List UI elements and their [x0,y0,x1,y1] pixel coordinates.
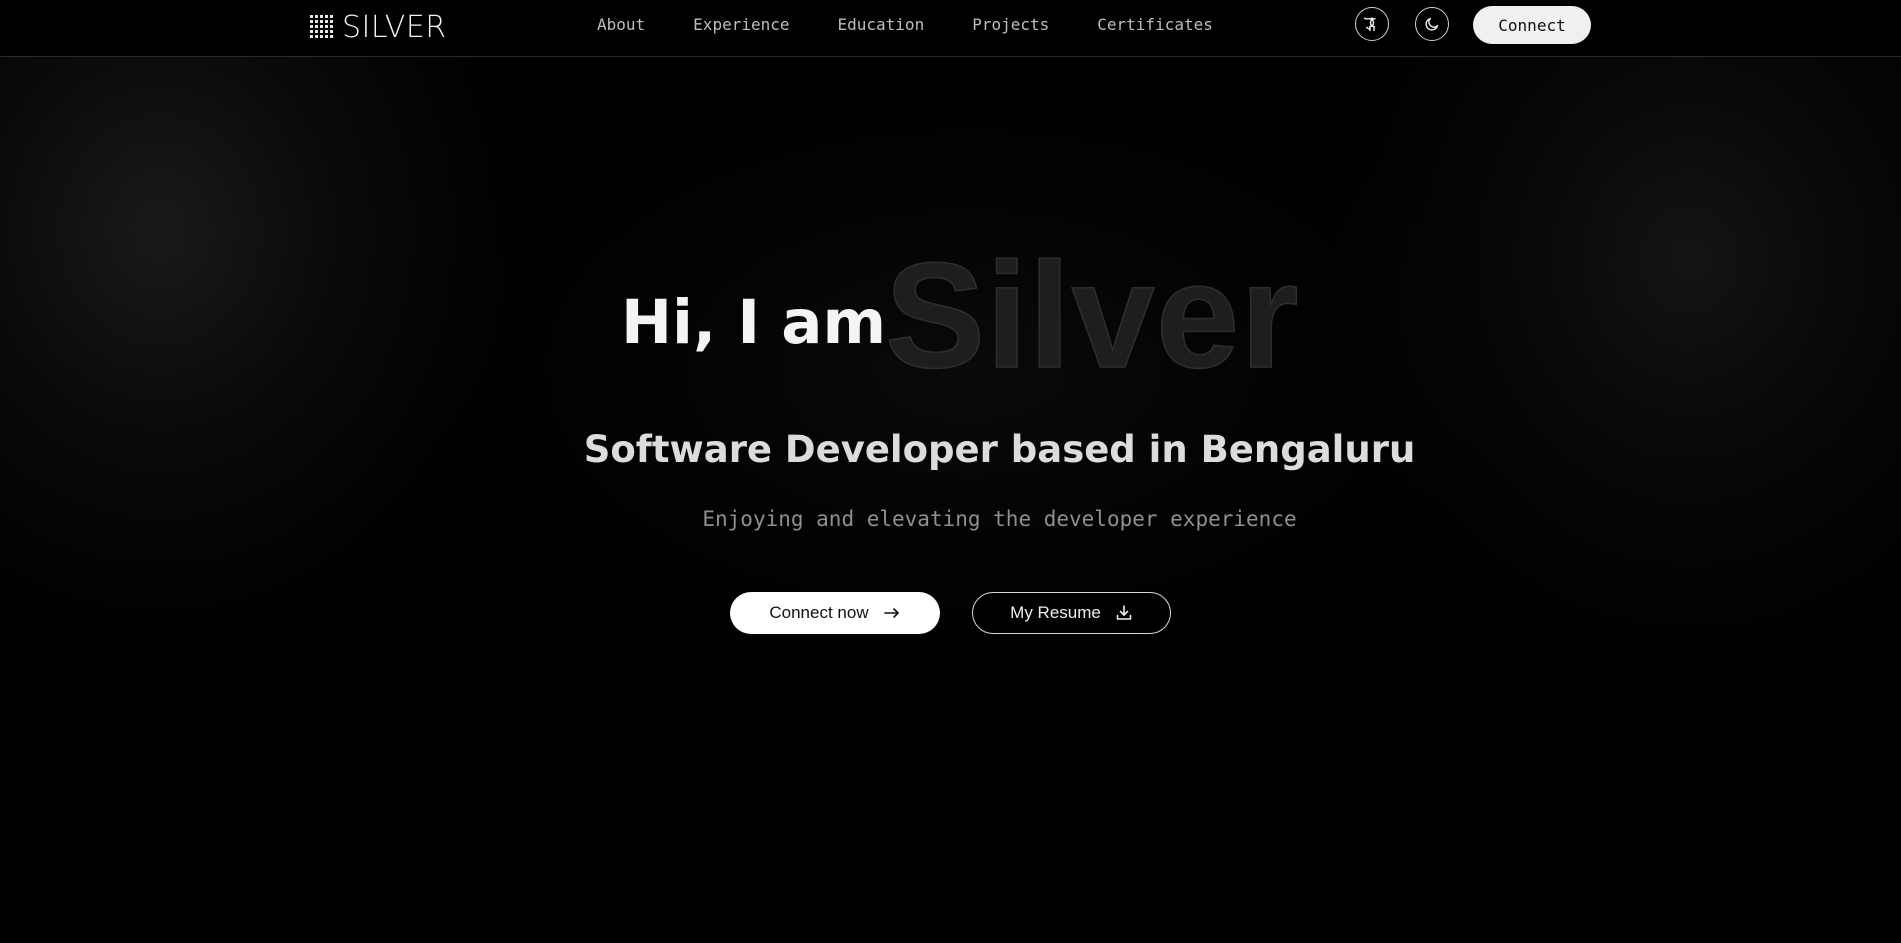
grid-dots-icon [310,15,333,38]
download-icon [1116,605,1132,620]
github-icon [1364,17,1376,32]
navbar: SILVER About Experience Education Projec… [0,0,1901,57]
resume-button[interactable]: My Resume [972,592,1171,634]
brand-logo[interactable]: SILVER [310,13,447,43]
hero-title-text: Software Developer based in Bengaluru [583,428,1416,471]
hero-greeting: Hi, I am [621,287,887,358]
connect-button[interactable]: Connect [1473,6,1591,44]
resume-label: My Resume [1010,603,1101,622]
background-glow-left [0,0,520,640]
nav-link-about[interactable]: About [597,15,645,35]
theme-toggle-button[interactable] [1415,7,1449,41]
background-glow-right [1330,0,1901,670]
nav-link-education[interactable]: Education [838,15,925,35]
nav-link-certificates[interactable]: Certificates [1097,15,1213,35]
hero-name: Silver [884,231,1300,399]
page: SILVER About Experience Education Projec… [0,0,1901,943]
moon-icon [1425,17,1439,31]
connect-now-button[interactable]: Connect now [730,592,940,634]
hero-subtitle: Enjoying and elevating the developer exp… [0,505,1901,533]
nav-link-projects[interactable]: Projects [972,15,1049,35]
nav-links: About Experience Education Projects Cert… [597,15,1261,35]
arrow-right-icon [883,608,899,618]
hero-subtitle-text: Enjoying and elevating the developer exp… [702,507,1297,531]
brand-name: SILVER [342,10,447,45]
nav-link-experience[interactable]: Experience [693,15,789,35]
hero-title: Software Developer based in Bengaluru [0,427,1901,473]
github-button[interactable] [1355,7,1389,41]
connect-now-label: Connect now [769,603,869,622]
